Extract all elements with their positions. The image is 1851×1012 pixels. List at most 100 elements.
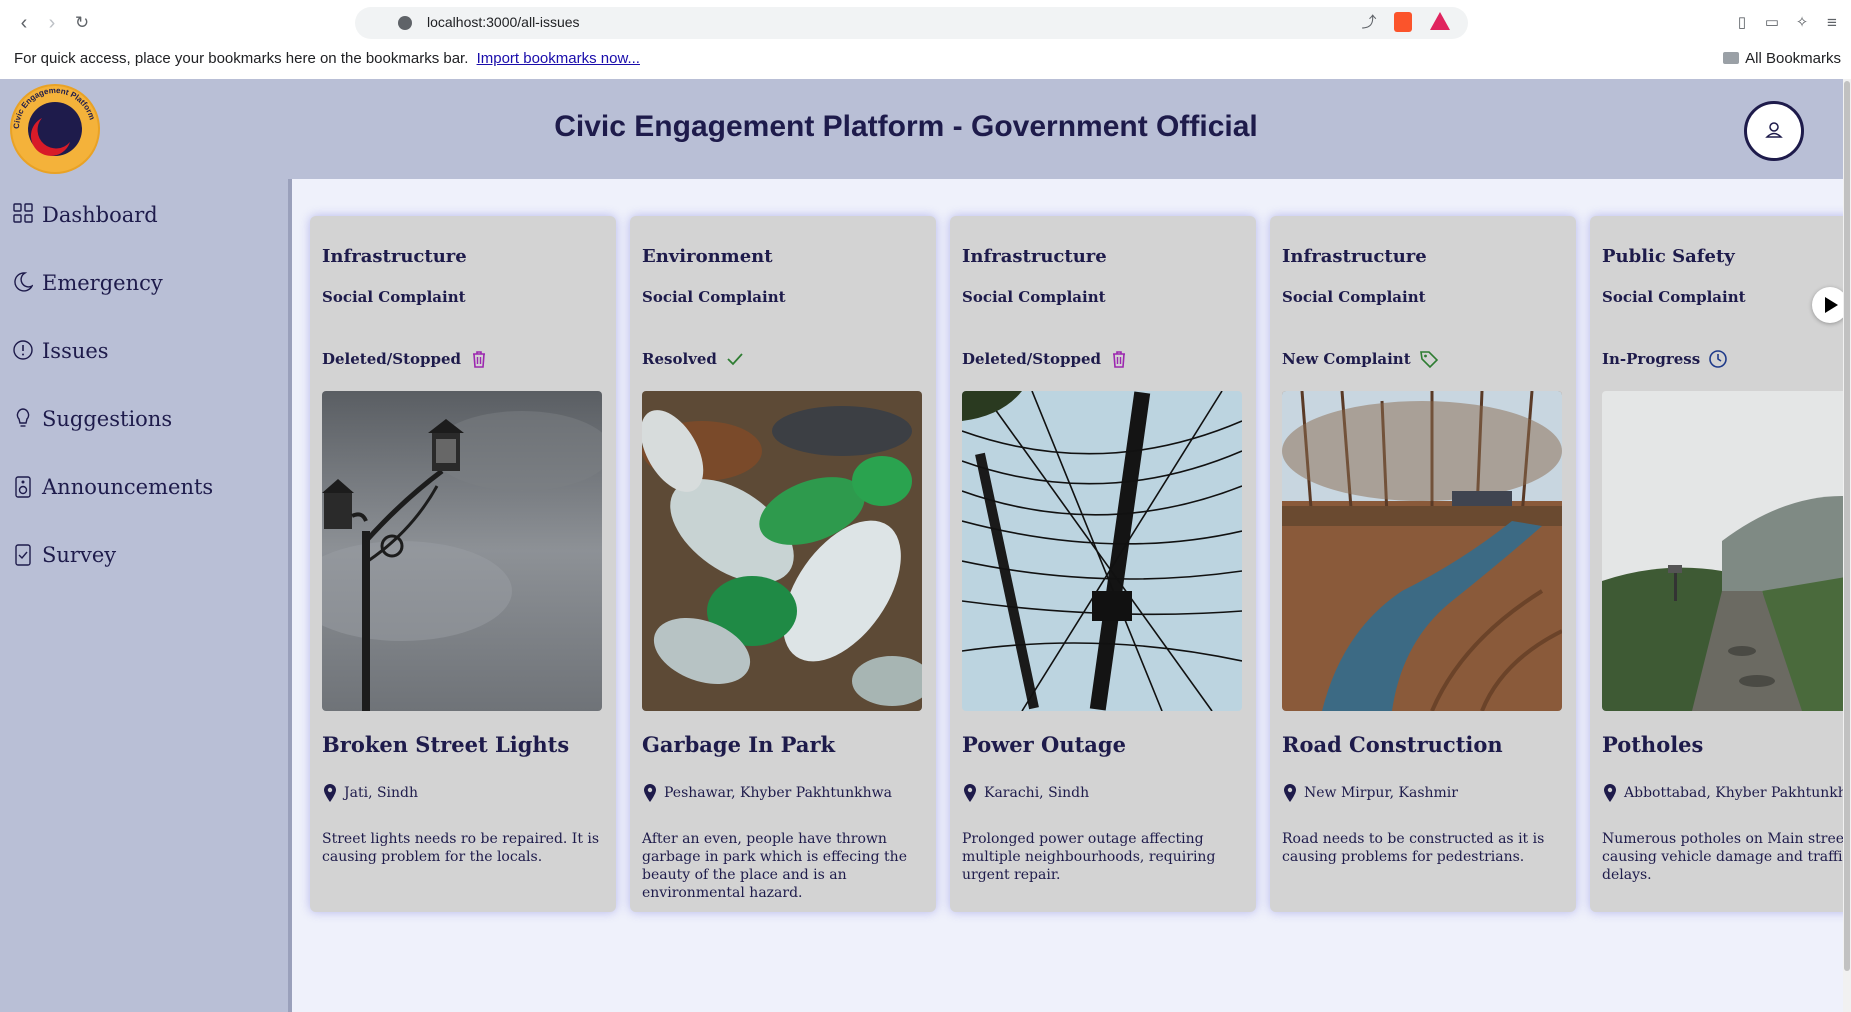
all-bookmarks-label: All Bookmarks xyxy=(1745,50,1841,67)
location-pin-icon xyxy=(1284,784,1296,802)
issue-status: Deleted/Stopped xyxy=(962,349,1129,369)
garbage-photo xyxy=(642,391,922,711)
sidebar-item-suggestions[interactable]: Suggestions xyxy=(12,401,172,437)
location-text: Abbottabad, Khyber Pakhtunkhwa xyxy=(1624,785,1851,801)
sidebar-item-label: Announcements xyxy=(42,475,214,499)
issue-card[interactable]: Public Safety Social Complaint In-Progre… xyxy=(1590,216,1851,912)
app: Civic Engagement Platform Civic Engageme… xyxy=(0,79,1851,1012)
issue-description: Road needs to be constructed as it is ca… xyxy=(1282,831,1545,865)
status-label: New Complaint xyxy=(1282,350,1411,368)
status-label: Resolved xyxy=(642,350,717,368)
menu-icon[interactable]: ≡ xyxy=(1820,11,1844,35)
issue-category: Public Safety xyxy=(1602,246,1735,267)
issue-card[interactable]: Infrastructure Social Complaint New Comp… xyxy=(1270,216,1576,912)
tag-icon xyxy=(1419,351,1438,369)
reload-icon[interactable]: ↻ xyxy=(70,11,94,35)
sidebar-item-label: Issues xyxy=(42,339,109,363)
issue-type: Social Complaint xyxy=(1282,288,1426,306)
browser-toolbar: ‹ › ↻ ☐ localhost:3000/all-issues ⤴ ▯ ▭ … xyxy=(0,0,1851,46)
issue-status: New Complaint xyxy=(1282,349,1439,369)
site-info-icon[interactable] xyxy=(398,16,412,30)
bookmarks-prompt: For quick access, place your bookmarks h… xyxy=(14,50,640,67)
status-label: In-Progress xyxy=(1602,350,1701,368)
sidebar-item-label: Suggestions xyxy=(42,407,173,431)
location-text: Jati, Sindh xyxy=(344,785,419,801)
location-pin-icon xyxy=(964,784,976,802)
location-text: Karachi, Sindh xyxy=(984,785,1090,801)
issue-location: Jati, Sindh xyxy=(322,783,418,803)
issue-title: Broken Street Lights xyxy=(322,732,570,757)
issue-description: After an even, people have thrown garbag… xyxy=(642,831,907,901)
power-lines-photo xyxy=(962,391,1242,711)
all-bookmarks[interactable]: All Bookmarks xyxy=(1723,50,1841,67)
sidebar-item-dashboard[interactable]: Dashboard xyxy=(12,197,158,233)
issue-type: Social Complaint xyxy=(962,288,1106,306)
issue-category: Infrastructure xyxy=(962,246,1107,267)
issue-location: Peshawar, Khyber Pakhtunkhwa xyxy=(642,783,892,803)
scrollbar-thumb[interactable] xyxy=(1844,81,1850,971)
back-icon[interactable]: ‹ xyxy=(12,11,36,35)
url-text[interactable]: localhost:3000/all-issues xyxy=(427,14,580,30)
bookmarks-prompt-text: For quick access, place your bookmarks h… xyxy=(14,50,469,67)
sidebar-item-issues[interactable]: Issues xyxy=(12,333,109,369)
clipboard-check-icon xyxy=(12,543,34,567)
alert-circle-icon xyxy=(12,339,34,363)
location-pin-icon xyxy=(324,784,336,802)
folder-icon xyxy=(1723,52,1740,64)
page-title: Civic Engagement Platform - Government O… xyxy=(554,110,1258,143)
issues-list: Infrastructure Social Complaint Deleted/… xyxy=(296,179,1851,1012)
issue-type: Social Complaint xyxy=(322,288,466,306)
forward-icon[interactable]: › xyxy=(40,11,64,35)
issue-title: Potholes xyxy=(1602,732,1704,757)
import-bookmarks-link[interactable]: Import bookmarks now... xyxy=(477,50,640,67)
street-light-photo xyxy=(322,391,602,711)
issue-location: Abbottabad, Khyber Pakhtunkhwa xyxy=(1602,783,1851,803)
sidebar: Dashboard Emergency Issues Suggestions A… xyxy=(0,179,292,1012)
sidebar-item-label: Dashboard xyxy=(42,203,158,227)
pothole-road-photo xyxy=(1602,391,1851,711)
trash-icon xyxy=(1113,351,1126,368)
issue-type: Social Complaint xyxy=(1602,288,1746,306)
wallet-icon[interactable]: ▭ xyxy=(1760,11,1784,35)
sidebar-item-emergency[interactable]: Emergency xyxy=(12,265,163,301)
moon-icon xyxy=(12,271,34,295)
issue-status: Resolved xyxy=(642,349,745,369)
issue-category: Environment xyxy=(642,246,773,267)
check-icon xyxy=(727,353,743,366)
leo-ai-icon[interactable]: ✧ xyxy=(1790,11,1814,35)
sidebar-item-label: Survey xyxy=(42,543,117,567)
brave-shield-icon[interactable] xyxy=(1394,12,1412,32)
dirt-road-photo xyxy=(1282,391,1562,711)
issue-card[interactable]: Infrastructure Social Complaint Deleted/… xyxy=(310,216,616,912)
issue-description: Street lights needs ro be repaired. It i… xyxy=(322,831,600,865)
clock-icon xyxy=(1709,350,1727,368)
grid-icon xyxy=(12,203,34,227)
issue-category: Infrastructure xyxy=(322,246,467,267)
issue-card[interactable]: Infrastructure Social Complaint Deleted/… xyxy=(950,216,1256,912)
issue-category: Infrastructure xyxy=(1282,246,1427,267)
speaker-icon xyxy=(12,475,34,499)
sidebar-toggle-icon[interactable]: ▯ xyxy=(1730,11,1754,35)
issue-title: Garbage In Park xyxy=(642,732,836,757)
issue-description: Prolonged power outage affecting multipl… xyxy=(962,831,1216,883)
issue-location: Karachi, Sindh xyxy=(962,783,1089,803)
status-label: Deleted/Stopped xyxy=(322,350,462,368)
location-pin-icon xyxy=(644,784,656,802)
issue-status: Deleted/Stopped xyxy=(322,349,489,369)
share-icon[interactable]: ⤴ xyxy=(1357,11,1381,35)
sidebar-item-survey[interactable]: Survey xyxy=(12,537,116,573)
issue-description: Numerous potholes on Main street are cau… xyxy=(1602,831,1851,883)
sidebar-item-label: Emergency xyxy=(42,271,163,295)
location-pin-icon xyxy=(1604,784,1616,802)
location-text: Peshawar, Khyber Pakhtunkhwa xyxy=(664,785,892,801)
brave-rewards-icon[interactable] xyxy=(1430,12,1450,30)
page-scrollbar[interactable] xyxy=(1843,79,1851,1012)
issue-card[interactable]: Environment Social Complaint Resolved Ga… xyxy=(630,216,936,912)
status-label: Deleted/Stopped xyxy=(962,350,1102,368)
bulb-icon xyxy=(12,407,34,431)
issue-title: Road Construction xyxy=(1282,732,1503,757)
issue-status: In-Progress xyxy=(1602,349,1728,369)
sidebar-item-announcements[interactable]: Announcements xyxy=(12,469,213,505)
issue-location: New Mirpur, Kashmir xyxy=(1282,783,1458,803)
profile-button[interactable] xyxy=(1744,101,1804,161)
